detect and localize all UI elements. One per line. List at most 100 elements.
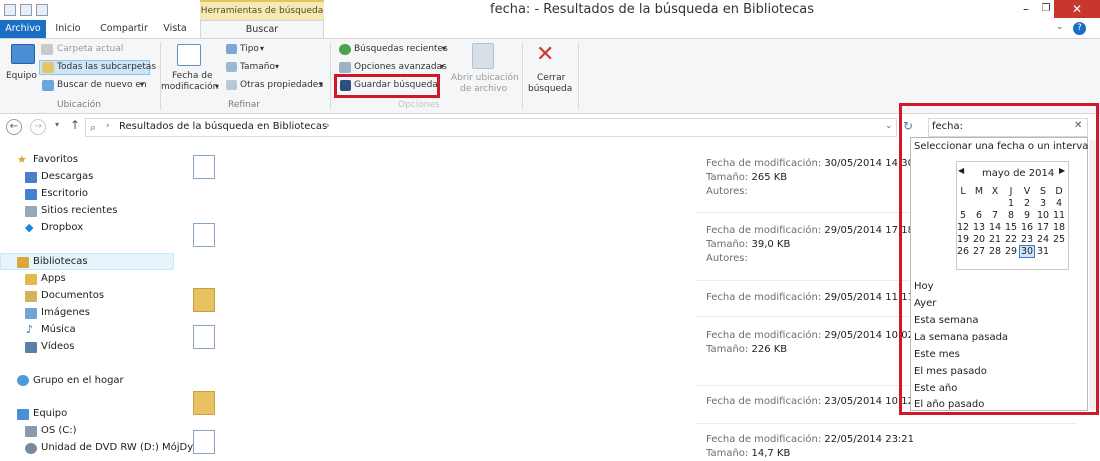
divider [578, 42, 579, 110]
result-modified: Fecha de modificación: 29/05/2014 11:11 [706, 292, 915, 303]
size-icon [226, 62, 237, 72]
result-modified: Fecha de modificación: 22/05/2014 23:21 [706, 434, 915, 445]
nav-musica[interactable]: Música [41, 324, 76, 335]
abrir-ubicacion-label-1[interactable]: Abrir ubicación [451, 73, 519, 83]
dropdown-arrow-icon: ▾ [275, 62, 280, 71]
dropbox-icon: ◆ [25, 221, 34, 234]
libraries-icon [17, 257, 29, 268]
pictures-icon [25, 308, 37, 319]
tab-buscar[interactable]: Buscar [200, 20, 324, 38]
nav-descargas[interactable]: Descargas [41, 171, 93, 182]
homegroup-icon [17, 375, 29, 386]
history-dropdown-icon[interactable]: ▾ [55, 120, 59, 129]
nav-videos[interactable]: Vídeos [41, 341, 74, 352]
back-button[interactable]: ← [6, 119, 22, 135]
result-modified: Fecha de modificación: 30/05/2014 14:30 [706, 158, 915, 169]
folder-icon [25, 274, 37, 285]
tamano-button[interactable]: Tamaño [240, 62, 275, 72]
group-refinar: Refinar [228, 100, 260, 110]
divider [160, 42, 161, 110]
tipo-button[interactable]: Tipo [240, 44, 259, 54]
result-authors: Autores: [706, 253, 748, 264]
fecha-modificacion-label-1[interactable]: Fecha de [172, 71, 213, 81]
computer-icon [11, 44, 35, 64]
tab-inicio[interactable]: Inicio [50, 20, 86, 38]
cerrar-busqueda-label-1[interactable]: Cerrar [537, 73, 565, 83]
tab-archivo[interactable]: Archivo [0, 20, 46, 38]
abrir-ubicacion-label-2[interactable]: de archivo [460, 84, 507, 94]
nav-documentos[interactable]: Documentos [41, 290, 104, 301]
result-modified: Fecha de modificación: 23/05/2014 10:12 [706, 396, 915, 407]
dropdown-arrow-icon: ▾ [140, 80, 145, 89]
carpeta-actual-button[interactable]: Carpeta actual [57, 44, 123, 54]
equipo-button[interactable]: Equipo [6, 71, 37, 81]
tab-vista[interactable]: Vista [160, 20, 190, 38]
todas-subcarpetas-button[interactable]: Todas las subcarpetas [57, 62, 156, 72]
properties-icon [226, 80, 237, 90]
nav-imagenes[interactable]: Imágenes [41, 307, 90, 318]
music-icon: ♪ [26, 323, 34, 336]
fecha-modificacion-label-2[interactable]: modificación [161, 82, 218, 92]
properties-icon[interactable] [20, 4, 32, 16]
divider [522, 42, 523, 110]
forward-button[interactable]: → [30, 119, 46, 135]
otras-propiedades-button[interactable]: Otras propiedades [240, 80, 323, 90]
dropdown-arrow-icon: ▾ [319, 80, 324, 89]
up-button[interactable]: ↑ [70, 118, 80, 132]
documents-icon [25, 291, 37, 302]
nav-os-c[interactable]: OS (C:) [41, 425, 77, 436]
close-search-icon: ✕ [536, 42, 555, 67]
folder-icon [41, 44, 53, 55]
result-size: Tamaño: 265 KB [706, 172, 788, 183]
nav-apps[interactable]: Apps [41, 273, 66, 284]
nav-favoritos[interactable]: Favoritos [33, 154, 78, 165]
buscar-de-nuevo-button[interactable]: Buscar de nuevo en [57, 80, 147, 90]
open-location-icon [472, 43, 494, 69]
divider [330, 42, 331, 110]
nav-escritorio[interactable]: Escritorio [41, 188, 88, 199]
help-icon[interactable]: ? [1073, 22, 1086, 35]
busquedas-recientes-button[interactable]: Búsquedas recientes [354, 44, 448, 54]
breadcrumb-chevron-icon[interactable]: › [326, 121, 330, 131]
tab-compartir[interactable]: Compartir [96, 20, 152, 38]
folder-icon [193, 391, 215, 415]
result-size: Tamaño: 39,0 KB [706, 239, 791, 250]
nav-dvd[interactable]: Unidad de DVD RW (D:) MójDys [41, 442, 198, 453]
breadcrumb-chevron-icon[interactable]: › [106, 121, 110, 131]
window-menu-icon[interactable] [4, 4, 16, 16]
desktop-icon [25, 189, 37, 200]
nav-equipo[interactable]: Equipo [33, 408, 67, 419]
search-again-icon [42, 80, 54, 91]
breadcrumb-path[interactable]: Resultados de la búsqueda en Bibliotecas [119, 121, 327, 132]
new-folder-icon[interactable] [36, 4, 48, 16]
recent-searches-icon [339, 44, 351, 55]
close-button[interactable]: ✕ [1054, 0, 1100, 18]
advanced-options-icon [339, 62, 351, 73]
opciones-avanzadas-button[interactable]: Opciones avanzadas [354, 62, 447, 72]
dvd-drive-icon [25, 443, 37, 454]
videos-icon [25, 342, 37, 353]
nav-dropbox[interactable]: Dropbox [41, 222, 83, 233]
ribbon-collapse-icon[interactable]: ⌄ [1056, 22, 1064, 32]
search-results-icon: ⌕ [90, 121, 97, 134]
row-divider [695, 423, 1077, 424]
maximize-button[interactable]: ❐ [1038, 0, 1054, 18]
group-opciones: Opciones [398, 100, 440, 110]
word-document-icon [193, 325, 215, 349]
dropdown-arrow-icon: ▾ [442, 44, 447, 53]
cerrar-busqueda-label-2[interactable]: búsqueda [528, 84, 572, 94]
address-dropdown-icon[interactable]: ⌄ [885, 121, 893, 131]
type-icon [226, 44, 237, 54]
nav-sitios-recientes[interactable]: Sitios recientes [41, 205, 117, 216]
quick-access-toolbar [4, 3, 48, 17]
highlight-guardar-busqueda [334, 74, 440, 98]
result-size: Tamaño: 14,7 KB [706, 448, 791, 459]
result-modified: Fecha de modificación: 29/05/2014 17:18 [706, 225, 915, 236]
nav-bibliotecas[interactable]: Bibliotecas [33, 256, 88, 267]
highlight-date-dropdown [899, 103, 1099, 415]
dropdown-arrow-icon: ▾ [260, 44, 265, 53]
minimize-button[interactable]: – [1016, 0, 1036, 18]
word-document-icon [193, 155, 215, 179]
drive-icon [25, 426, 37, 437]
nav-grupo-hogar[interactable]: Grupo en el hogar [33, 375, 124, 386]
